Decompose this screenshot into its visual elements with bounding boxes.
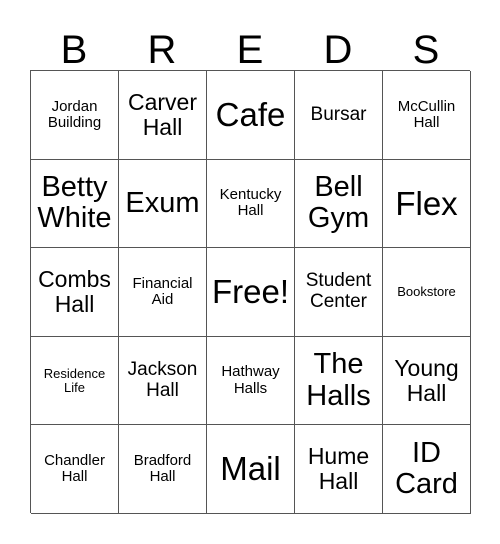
bingo-cell-label: Betty White — [37, 171, 112, 235]
bingo-header-letter-3: D — [323, 28, 353, 72]
bingo-header-letter-2: E — [236, 28, 264, 72]
bingo-cell-label: Residence Life — [43, 365, 106, 395]
bingo-cell[interactable]: Bursar — [295, 71, 383, 160]
bingo-cell[interactable]: Exum — [119, 159, 207, 249]
bingo-cell-label: Hathway Halls — [221, 363, 280, 397]
bingo-cell[interactable]: Kentucky Hall — [207, 159, 295, 249]
bingo-cell-label: Free! — [211, 273, 290, 311]
bingo-header-letter-4: S — [412, 28, 440, 72]
bingo-cell-label: Hume Hall — [307, 443, 370, 495]
bingo-header-letter-1: R — [147, 28, 177, 72]
bingo-cell[interactable]: Hume Hall — [295, 425, 383, 514]
bingo-cell[interactable]: Young Hall — [383, 336, 471, 426]
bingo-cell[interactable]: Financial Aid — [119, 248, 207, 337]
bingo-grid: Jordan Building Carver Hall Cafe Bursar … — [30, 70, 471, 514]
bingo-cell[interactable]: Betty White — [31, 159, 119, 249]
bingo-cell[interactable]: Flex — [383, 159, 471, 249]
bingo-cell[interactable]: Combs Hall — [31, 248, 119, 337]
bingo-cell-label: Bradford Hall — [133, 451, 192, 486]
bingo-cell-free[interactable]: Free! — [207, 248, 295, 337]
bingo-cell-label: Carver Hall — [127, 88, 197, 140]
bingo-cell-label: Cafe — [215, 95, 286, 133]
bingo-cell-label: Kentucky Hall — [219, 186, 282, 220]
bingo-header-letter-0: B — [60, 28, 88, 72]
bingo-cell[interactable]: Bradford Hall — [119, 425, 207, 514]
bingo-cell[interactable]: The Halls — [295, 336, 383, 426]
bingo-cell[interactable]: ID Card — [383, 425, 471, 514]
bingo-cell-label: Bookstore — [397, 283, 456, 299]
bingo-cell[interactable]: McCullin Hall — [383, 71, 471, 160]
bingo-cell[interactable]: Carver Hall — [119, 71, 207, 160]
bingo-cell-label: McCullin Hall — [397, 97, 456, 131]
bingo-cell[interactable]: Chandler Hall — [31, 425, 119, 514]
bingo-cell-label: Bursar — [310, 103, 367, 125]
bingo-cell-label: ID Card — [395, 436, 458, 501]
bingo-cell[interactable]: Hathway Halls — [207, 336, 295, 426]
bingo-cell[interactable]: Residence Life — [31, 336, 119, 426]
bingo-cell[interactable]: Bell Gym — [295, 159, 383, 249]
bingo-cell-label: Jackson Hall — [127, 359, 198, 401]
bingo-cell-label: Chandler Hall — [44, 451, 105, 486]
bingo-cell[interactable]: Student Center — [295, 248, 383, 337]
bingo-cell[interactable]: Jordan Building — [31, 71, 119, 160]
bingo-cell-label: Student Center — [305, 270, 372, 312]
bingo-cell-label: Combs Hall — [38, 266, 111, 317]
bingo-cell-label: Exum — [125, 186, 200, 219]
bingo-cell[interactable]: Bookstore — [383, 248, 471, 337]
bingo-cell[interactable]: Cafe — [207, 71, 295, 160]
bingo-cell-label: The Halls — [306, 348, 371, 412]
bingo-cell[interactable]: Jackson Hall — [119, 336, 207, 426]
bingo-cell-label: Bell Gym — [307, 171, 370, 235]
bingo-cell-label: Jordan Building — [47, 97, 102, 131]
bingo-header-row: B R E D S — [30, 16, 470, 70]
bingo-cell-label: Financial Aid — [132, 274, 193, 308]
bingo-cell[interactable]: Mail — [207, 425, 295, 514]
bingo-card: B R E D S Jordan Building Carver Hall Ca… — [0, 0, 500, 544]
bingo-cell-label: Young Hall — [394, 354, 459, 406]
bingo-cell-label: Mail — [220, 450, 281, 488]
bingo-cell-label: Flex — [395, 184, 458, 222]
